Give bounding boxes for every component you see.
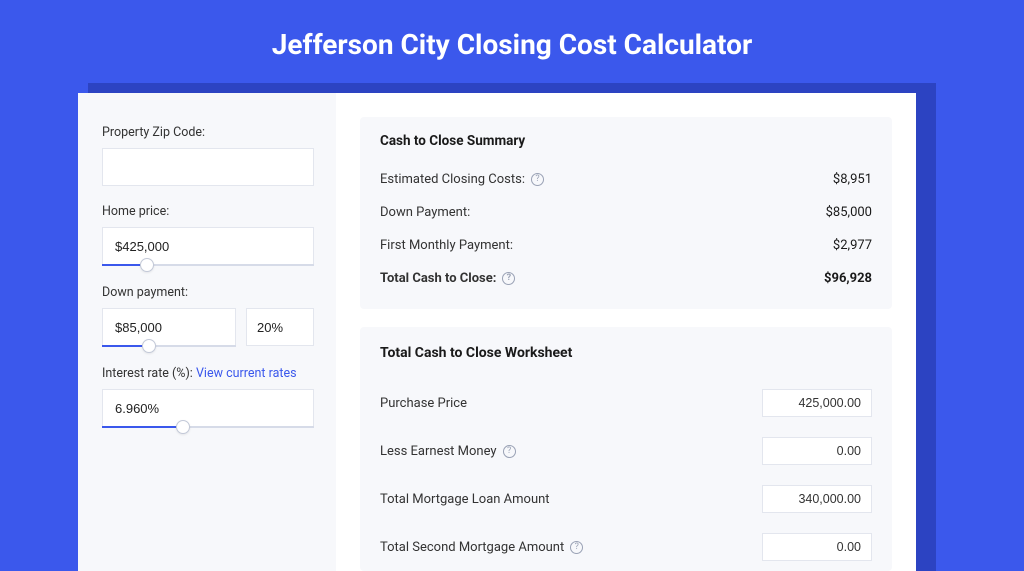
summary-line-down-payment: Down Payment: $85,000 <box>380 196 872 229</box>
summary-line-total: Total Cash to Close: ? $96,928 <box>380 262 872 295</box>
home-price-slider[interactable] <box>102 264 314 266</box>
help-icon[interactable]: ? <box>502 272 515 285</box>
down-payment-input[interactable] <box>102 308 236 346</box>
view-rates-link[interactable]: View current rates <box>196 366 297 381</box>
worksheet-label: Total Mortgage Loan Amount <box>380 492 550 507</box>
interest-rate-label: Interest rate (%): <box>102 366 193 381</box>
summary-label: Estimated Closing Costs: <box>380 172 525 187</box>
help-icon[interactable]: ? <box>531 173 544 186</box>
down-payment-slider[interactable] <box>102 345 236 347</box>
card-shadow: Property Zip Code: Home price: Down paym… <box>88 83 936 571</box>
interest-rate-field: Interest rate (%): View current rates <box>102 366 314 429</box>
summary-total-label: Total Cash to Close: <box>380 271 496 286</box>
worksheet-label: Purchase Price <box>380 396 467 411</box>
home-price-slider-wrap <box>102 227 314 267</box>
home-price-input[interactable] <box>102 227 314 265</box>
page-title: Jefferson City Closing Cost Calculator <box>0 0 1024 83</box>
summary-value: $8,951 <box>833 172 872 187</box>
worksheet-row-loan-amount: Total Mortgage Loan Amount <box>380 475 872 523</box>
summary-total-value: $96,928 <box>824 271 872 286</box>
interest-rate-slider-wrap <box>102 389 314 429</box>
help-icon[interactable]: ? <box>570 541 583 554</box>
input-panel: Property Zip Code: Home price: Down paym… <box>78 93 336 571</box>
summary-value: $2,977 <box>833 238 872 253</box>
cash-to-close-worksheet: Total Cash to Close Worksheet Purchase P… <box>360 327 892 571</box>
worksheet-row-second-mortgage: Total Second Mortgage Amount ? <box>380 523 872 571</box>
summary-line-closing-costs: Estimated Closing Costs: ? $8,951 <box>380 163 872 196</box>
summary-label: First Monthly Payment: <box>380 238 513 253</box>
calculator-card: Property Zip Code: Home price: Down paym… <box>78 93 916 571</box>
worksheet-input-second-mortgage[interactable] <box>762 533 872 561</box>
help-icon[interactable]: ? <box>503 445 516 458</box>
summary-heading: Cash to Close Summary <box>380 133 872 149</box>
down-payment-field: Down payment: <box>102 285 314 348</box>
summary-label: Down Payment: <box>380 205 470 220</box>
results-panel: Cash to Close Summary Estimated Closing … <box>336 93 916 571</box>
worksheet-row-purchase-price: Purchase Price <box>380 379 872 427</box>
interest-rate-input[interactable] <box>102 389 314 427</box>
worksheet-input-earnest-money[interactable] <box>762 437 872 465</box>
home-price-label: Home price: <box>102 204 314 219</box>
home-price-field: Home price: <box>102 204 314 267</box>
zip-label: Property Zip Code: <box>102 125 314 140</box>
zip-field: Property Zip Code: <box>102 125 314 186</box>
down-payment-pct-input[interactable] <box>246 308 314 346</box>
worksheet-input-loan-amount[interactable] <box>762 485 872 513</box>
worksheet-heading: Total Cash to Close Worksheet <box>380 345 872 361</box>
down-payment-slider-thumb[interactable] <box>142 339 156 353</box>
interest-rate-label-wrap: Interest rate (%): View current rates <box>102 366 314 381</box>
down-payment-label: Down payment: <box>102 285 314 300</box>
cash-to-close-summary: Cash to Close Summary Estimated Closing … <box>360 117 892 309</box>
summary-line-first-payment: First Monthly Payment: $2,977 <box>380 229 872 262</box>
worksheet-input-purchase-price[interactable] <box>762 389 872 417</box>
worksheet-label: Less Earnest Money <box>380 444 497 459</box>
zip-input[interactable] <box>102 148 314 186</box>
worksheet-row-earnest-money: Less Earnest Money ? <box>380 427 872 475</box>
interest-rate-slider[interactable] <box>102 426 314 428</box>
worksheet-label: Total Second Mortgage Amount <box>380 540 564 555</box>
down-payment-slider-wrap <box>102 308 236 348</box>
summary-value: $85,000 <box>826 205 872 220</box>
home-price-slider-thumb[interactable] <box>140 258 154 272</box>
interest-rate-slider-thumb[interactable] <box>176 420 190 434</box>
